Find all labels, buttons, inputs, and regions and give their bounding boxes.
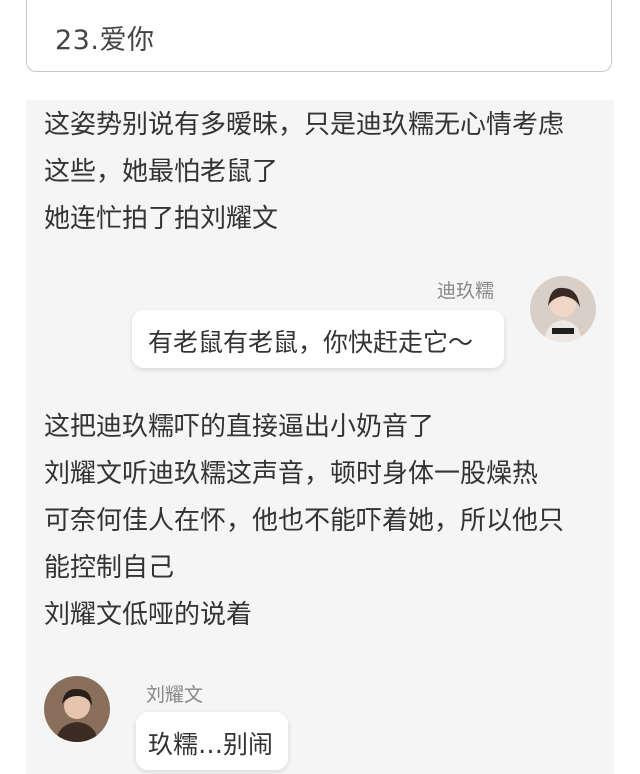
chat-bubble-right[interactable]: 有老鼠有老鼠，你快赶走它～ [132, 310, 504, 368]
paragraph-line: 可奈何佳人在怀，他也不能吓着她，所以他只 [44, 506, 565, 536]
chat-bubble-left[interactable]: 玖糯…别闹 [136, 712, 288, 770]
paragraph-line: 刘耀文低哑的说着 [44, 600, 253, 630]
paragraph-line: 这姿势别说有多暧昧，只是迪玖糯无心情考虑 [44, 110, 565, 140]
paragraph-line: 能控制自己 [44, 553, 175, 583]
message-sender-name: 刘耀文 [146, 684, 204, 706]
male-avatar[interactable] [44, 676, 110, 742]
paragraph-line: 刘耀文听迪玖糯这声音，顿时身体一股燥热 [44, 459, 539, 489]
paragraph-line: 这些，她最怕老鼠了 [44, 157, 279, 187]
chapter-title: 23.爱你 [55, 25, 155, 56]
message-sender-name: 迪玖糯 [436, 280, 494, 302]
chapter-title-box: 23.爱你 [26, 0, 612, 72]
paragraph-1: 这姿势别说有多暧昧，只是迪玖糯无心情考虑 这些，她最怕老鼠了 她连忙拍了拍刘耀文 [44, 102, 604, 243]
reader-page: 23.爱你 这姿势别说有多暧昧，只是迪玖糯无心情考虑 这些，她最怕老鼠了 她连忙… [0, 0, 640, 774]
paragraph-line: 这把迪玖糯吓的直接逼出小奶音了 [44, 412, 435, 442]
paragraph-2: 这把迪玖糯吓的直接逼出小奶音了 刘耀文听迪玖糯这声音，顿时身体一股燥热 可奈何佳… [44, 404, 604, 639]
female-avatar[interactable] [530, 276, 596, 342]
paragraph-line: 她连忙拍了拍刘耀文 [44, 204, 279, 234]
chapter-content[interactable]: 这姿势别说有多暧昧，只是迪玖糯无心情考虑 这些，她最怕老鼠了 她连忙拍了拍刘耀文… [26, 100, 614, 774]
